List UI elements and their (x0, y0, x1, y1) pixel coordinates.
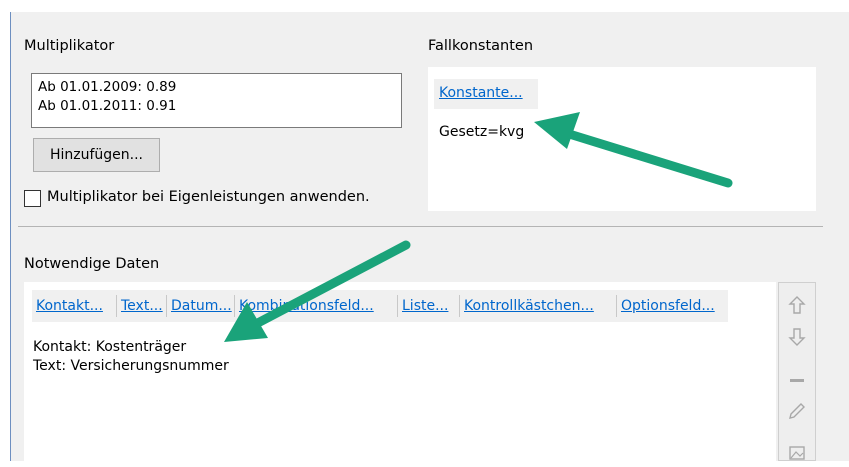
annotation-arrows (224, 112, 733, 342)
annotation-arrow-fallkonstanten (534, 112, 733, 188)
annotation-arrow-notwendige (224, 240, 411, 342)
